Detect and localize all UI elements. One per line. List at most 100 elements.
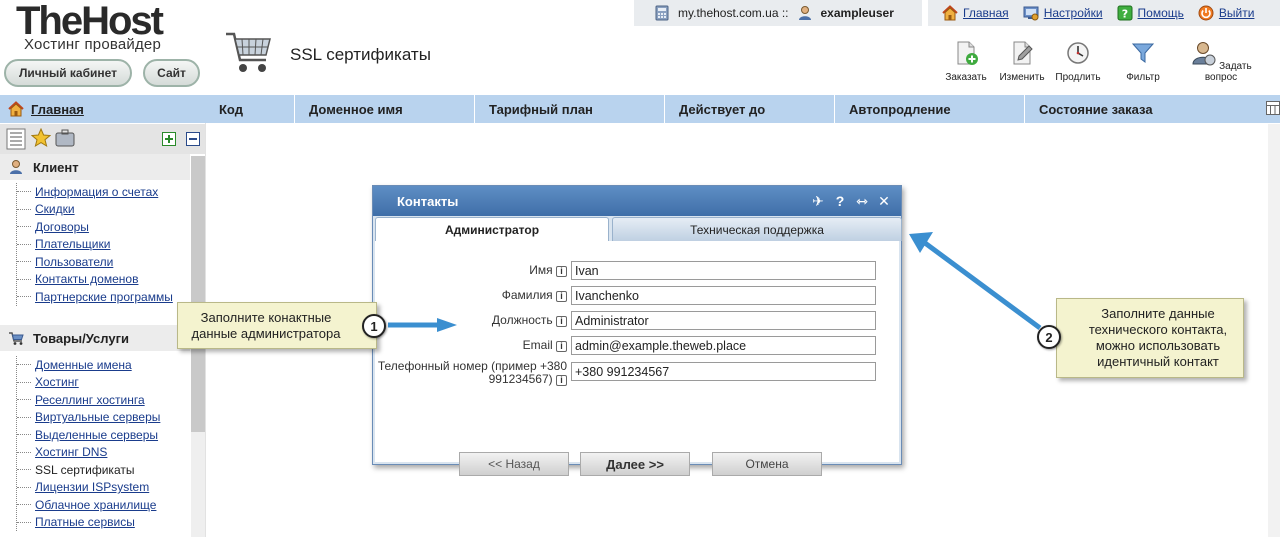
collapse-all-icon[interactable] bbox=[186, 132, 200, 146]
nav-item-isp-licenses[interactable]: Лицензии ISPsystem bbox=[17, 479, 191, 497]
last-name-input[interactable] bbox=[571, 286, 876, 305]
contacts-dialog: Контакты ✈ ? ⇿ ✕ Администратор Техническ… bbox=[372, 185, 902, 476]
nav-item-payers[interactable]: Плательщики bbox=[17, 236, 191, 254]
nav-scrollbar-thumb[interactable] bbox=[191, 156, 205, 432]
first-name-input[interactable] bbox=[571, 261, 876, 280]
toolbar-filter[interactable]: Фильтр bbox=[1120, 40, 1166, 83]
col-valid-until[interactable]: Действует до bbox=[665, 95, 835, 123]
products-cart-icon bbox=[9, 332, 24, 345]
dialog-body: Администратор Техническая поддержка Имя … bbox=[373, 216, 902, 476]
nav-list-products: Доменные имена Хостинг Реселлинг хостинг… bbox=[16, 356, 191, 531]
step-badge-2: 2 bbox=[1037, 325, 1061, 349]
nav-item-partner-programs[interactable]: Партнерские программы bbox=[17, 288, 191, 306]
column-settings-icon[interactable] bbox=[1266, 101, 1280, 115]
info-icon[interactable]: i bbox=[556, 375, 567, 386]
toolbar-renew[interactable]: Продлить bbox=[1052, 40, 1104, 83]
info-icon[interactable]: i bbox=[556, 291, 567, 302]
col-status[interactable]: Состояние заказа bbox=[1025, 95, 1266, 123]
topnav-logout[interactable]: Выйти bbox=[1198, 5, 1255, 21]
ask-question-icon bbox=[1192, 42, 1216, 66]
col-code[interactable]: Код bbox=[205, 95, 295, 123]
email-input[interactable] bbox=[571, 336, 876, 355]
field-email: Email i bbox=[375, 336, 899, 355]
nav-home[interactable]: Главная bbox=[0, 95, 205, 123]
personal-cabinet-button[interactable]: Личный кабинет bbox=[4, 59, 132, 87]
info-icon[interactable]: i bbox=[556, 316, 567, 327]
toolbar-order[interactable]: Заказать bbox=[941, 40, 991, 83]
top-navigation: Главная Настройки ? Помощь Выйти bbox=[928, 0, 1280, 26]
home-icon bbox=[8, 101, 24, 117]
callout-tech-hint: Заполните данные технического контакта, … bbox=[1056, 298, 1244, 378]
topnav-help[interactable]: ? Помощь bbox=[1117, 5, 1184, 21]
nav-home-label[interactable]: Главная bbox=[31, 102, 84, 117]
topnav-settings[interactable]: Настройки bbox=[1023, 5, 1103, 21]
nav-section-client[interactable]: Клиент bbox=[0, 154, 190, 180]
toolbar-ask-question[interactable]: Задать вопрос bbox=[1181, 40, 1261, 83]
dialog-help-icon[interactable]: ? bbox=[833, 193, 847, 209]
nav-scrollbar-track[interactable] bbox=[191, 432, 205, 537]
topnav-logout-label[interactable]: Выйти bbox=[1219, 6, 1255, 20]
nav-item-vps[interactable]: Виртуальные серверы bbox=[17, 409, 191, 427]
pin-icon[interactable]: ✈ bbox=[811, 193, 825, 209]
briefcase-icon[interactable] bbox=[55, 129, 75, 147]
arrow-2 bbox=[909, 232, 1042, 331]
filter-icon bbox=[1131, 43, 1155, 63]
home-icon bbox=[942, 5, 958, 21]
order-icon bbox=[957, 41, 978, 65]
position-input[interactable] bbox=[571, 311, 876, 330]
nav-item-users[interactable]: Пользователи bbox=[17, 253, 191, 271]
renew-icon bbox=[1067, 42, 1089, 64]
nav-item-invoices[interactable]: Информация о счетах bbox=[17, 183, 191, 201]
maximize-icon[interactable]: ⇿ bbox=[855, 193, 869, 209]
power-icon bbox=[1198, 5, 1214, 21]
nav-item-contracts[interactable]: Договоры bbox=[17, 218, 191, 236]
favorites-star-icon[interactable] bbox=[31, 128, 51, 148]
calculator-icon bbox=[655, 5, 669, 21]
nav-item-hosting[interactable]: Хостинг bbox=[17, 374, 191, 392]
nav-section-products[interactable]: Товары/Услуги bbox=[0, 325, 190, 351]
dialog-controls: ✈ ? ⇿ ✕ bbox=[811, 193, 891, 209]
tab-administrator[interactable]: Администратор bbox=[375, 217, 609, 242]
toolbar-edit[interactable]: Изменить bbox=[996, 40, 1048, 83]
help-icon: ? bbox=[1117, 5, 1133, 21]
cancel-button[interactable]: Отмена bbox=[712, 452, 822, 476]
logo-subtitle: Хостинг провайдер bbox=[24, 36, 162, 53]
nav-item-discounts[interactable]: Скидки bbox=[17, 201, 191, 219]
site-button[interactable]: Сайт bbox=[143, 59, 200, 87]
callout-admin-hint: Заполните конактные данные администратор… bbox=[177, 302, 377, 349]
nav-item-reseller[interactable]: Реселлинг хостинга bbox=[17, 391, 191, 409]
settings-icon bbox=[1023, 6, 1039, 21]
dialog-title: Контакты bbox=[397, 193, 459, 209]
info-icon[interactable]: i bbox=[556, 341, 567, 352]
email-label: Email bbox=[522, 338, 553, 352]
info-icon[interactable]: i bbox=[556, 266, 567, 277]
nav-section-client-title: Клиент bbox=[33, 159, 79, 175]
topnav-home-label[interactable]: Главная bbox=[963, 6, 1009, 20]
col-plan[interactable]: Тарифный план bbox=[475, 95, 665, 123]
nav-item-domains[interactable]: Доменные имена bbox=[17, 356, 191, 374]
back-button[interactable]: << Назад bbox=[459, 452, 569, 476]
username[interactable]: exampleuser bbox=[821, 6, 894, 20]
topnav-home[interactable]: Главная bbox=[942, 5, 1009, 21]
svg-text:?: ? bbox=[1121, 8, 1127, 21]
nav-item-ssl-active[interactable]: SSL сертификаты bbox=[17, 461, 191, 479]
phone-input[interactable] bbox=[571, 362, 876, 381]
close-icon[interactable]: ✕ bbox=[877, 193, 891, 209]
col-autorenew[interactable]: Автопродление bbox=[835, 95, 1025, 123]
toolbar-edit-label: Изменить bbox=[999, 72, 1045, 83]
nav-item-paid-services[interactable]: Платные сервисы bbox=[17, 514, 191, 532]
topnav-settings-label[interactable]: Настройки bbox=[1044, 6, 1103, 20]
nav-item-dns-hosting[interactable]: Хостинг DNS bbox=[17, 444, 191, 462]
nav-item-dedicated[interactable]: Выделенные серверы bbox=[17, 426, 191, 444]
expand-all-icon[interactable] bbox=[162, 132, 176, 146]
next-button[interactable]: Далее >> bbox=[580, 452, 690, 476]
position-label: Должность bbox=[491, 313, 553, 327]
col-domain[interactable]: Доменное имя bbox=[295, 95, 475, 123]
tree-view-icon[interactable] bbox=[6, 128, 26, 150]
topnav-help-label[interactable]: Помощь bbox=[1138, 6, 1184, 20]
nav-item-domain-contacts[interactable]: Контакты доменов bbox=[17, 271, 191, 289]
last-name-label: Фамилия bbox=[501, 288, 553, 302]
tab-tech-support[interactable]: Техническая поддержка bbox=[612, 217, 902, 241]
grid-scrollbar[interactable] bbox=[1268, 124, 1280, 537]
nav-item-cloud-storage[interactable]: Облачное хранилище bbox=[17, 496, 191, 514]
